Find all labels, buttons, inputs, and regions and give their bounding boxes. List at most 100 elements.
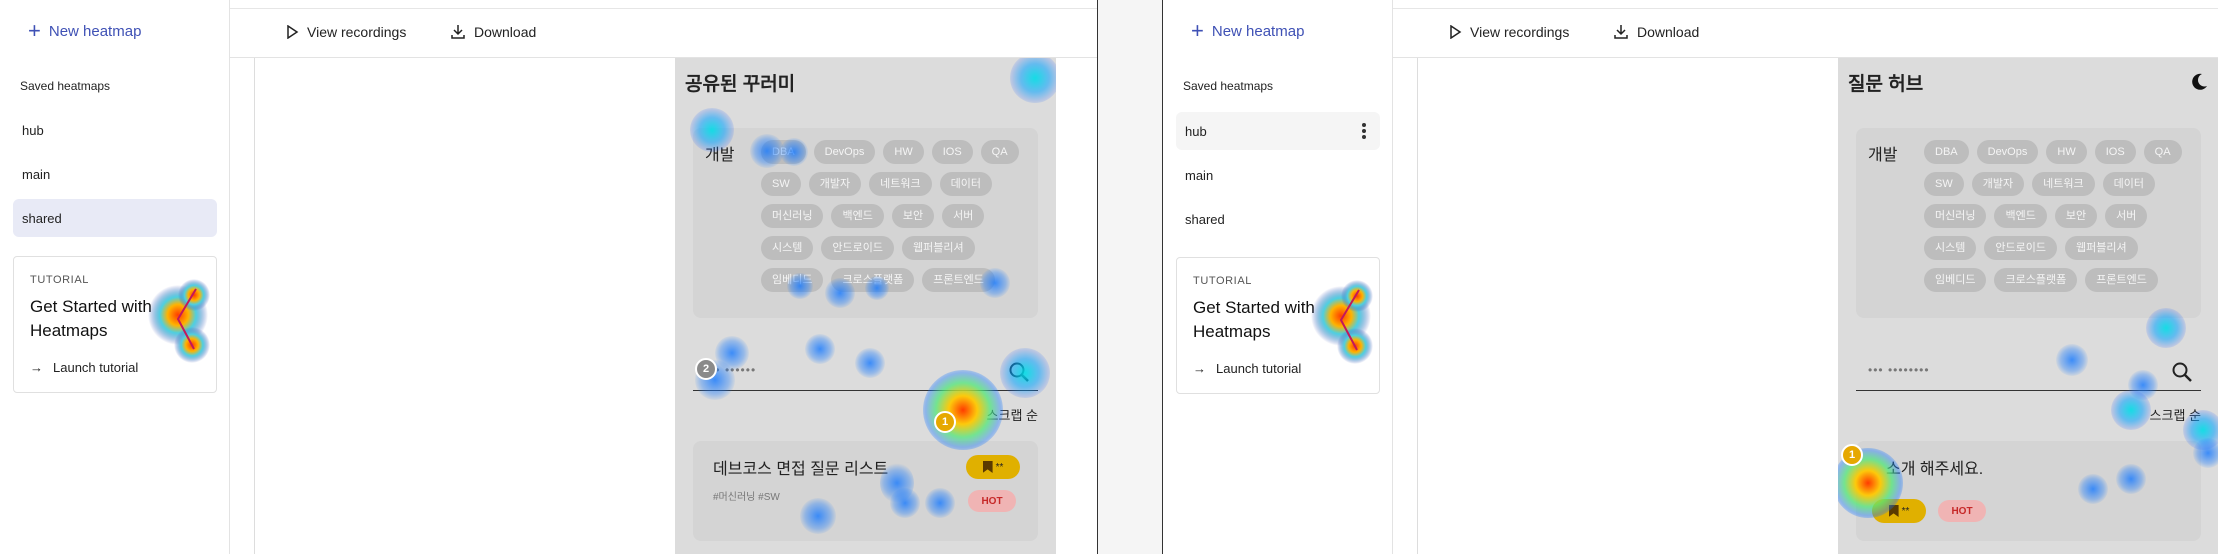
category-chip[interactable]: HW [2046,140,2087,164]
question-card[interactable]: 소개 해주세요. ** HOT [1856,441,2201,541]
category-chip[interactable]: 머신러닝 [761,204,824,228]
category-chip[interactable]: 머신러닝 [1924,204,1987,228]
new-heatmap-button[interactable]: + New heatmap [1191,20,1304,42]
category-chip[interactable]: 크로스플랫폼 [831,268,915,292]
sidebar-item-shared[interactable]: shared [13,199,217,237]
sort-label[interactable]: 스크랩 순 [2150,405,2201,424]
new-heatmap-label: New heatmap [48,22,142,40]
category-chip[interactable]: SW [1924,172,1964,196]
category-chip[interactable]: HW [883,140,924,164]
sidebar: + New heatmap Saved heatmaps hub main sh… [0,0,230,554]
launch-tutorial-label: Launch tutorial [53,360,139,375]
category-chip[interactable]: 크로스플랫폼 [1994,268,2078,292]
new-heatmap-button[interactable]: + New heatmap [28,20,141,42]
click-marker[interactable]: 2 [695,358,717,380]
sidebar-item-label: main [1185,167,1214,183]
category-chip[interactable]: 보안 [891,204,935,228]
page-preview: 공유된 꾸러미 개발 DBA DevOps HW IOS QA SW 개발자 네… [675,58,1056,554]
sidebar-item-hub[interactable]: hub [1176,112,1380,150]
category-chip[interactable]: 임베디드 [761,268,824,292]
plus-icon: + [28,18,41,43]
sidebar-item-main[interactable]: main [1176,156,1380,194]
category-chip[interactable]: 데이터 [939,172,992,196]
page-title: 질문 허브 [1848,74,1924,95]
category-chip[interactable]: 프론트엔드 [2085,268,2158,292]
toolbar: View recordings Download [230,0,1097,58]
category-chip[interactable]: 서버 [2105,204,2148,228]
sidebar-item-shared[interactable]: shared [1176,200,1380,238]
view-recordings-button[interactable]: View recordings [1448,24,1569,40]
category-chip[interactable]: 백엔드 [831,204,884,228]
category-chip[interactable]: 프론트엔드 [922,268,995,292]
category-chip[interactable]: 보안 [2054,204,2098,228]
category-chip[interactable]: 시스템 [761,236,814,260]
toolbar: View recordings Download [1393,0,2218,58]
dark-mode-icon[interactable] [2189,72,2209,92]
category-chip[interactable]: 개발자 [1971,172,2025,196]
search-icon[interactable] [2171,361,2193,383]
download-icon [451,25,465,39]
arrow-right-icon: → [1193,361,1206,376]
new-heatmap-label: New heatmap [1211,22,1305,40]
category-chip[interactable]: 데이터 [2102,172,2155,196]
chip-list: DBA DevOps HW IOS QA SW 개발자 네트워크 데이터 머신러… [761,140,1030,292]
category-chip[interactable]: 안드로이드 [821,236,894,260]
category-chip[interactable]: DBA [761,140,806,164]
category-chip[interactable]: SW [761,172,801,196]
category-chip[interactable]: 백엔드 [1994,204,2047,228]
category-chip[interactable]: 개발자 [808,172,862,196]
search-input[interactable]: ••• •••••• [693,351,1038,391]
sort-label[interactable]: 스크랩 순 [987,405,1038,424]
category-chip[interactable]: DevOps [1976,140,2039,164]
category-chip[interactable]: 시스템 [1924,236,1977,260]
view-recordings-button[interactable]: View recordings [285,24,406,40]
category-chip[interactable]: IOS [931,140,973,164]
click-marker[interactable]: 1 [934,411,956,433]
scrap-badge-text: ** [995,461,1004,473]
download-label: Download [474,24,537,40]
sidebar-item-label: hub [22,122,44,138]
search-icon[interactable] [1008,361,1030,383]
download-icon [1614,25,1628,39]
category-chip[interactable]: 웹퍼블리셔 [2064,236,2138,260]
play-icon [1450,25,1462,39]
category-chip[interactable]: 안드로이드 [1984,236,2057,260]
saved-heatmaps-title: Saved heatmaps [1183,79,1274,93]
page-preview: 질문 허브 개발 DBA DevOps HW IOS QA SW 개발자 네트워… [1838,58,2218,554]
click-marker[interactable]: 1 [1841,444,1863,466]
download-label: Download [1637,24,1700,40]
sidebar-item-main[interactable]: main [13,155,217,193]
category-label: 개발 [1868,147,1898,164]
tutorial-label: TUTORIAL [1193,275,1252,287]
category-chip[interactable]: IOS [2094,140,2136,164]
question-card[interactable]: 데브코스 면접 질문 리스트 #머신러닝 #SW ** HOT [693,441,1038,541]
tutorial-card: TUTORIAL Get Started with Heatmaps → Lau… [13,256,217,393]
category-chip[interactable]: 네트워크 [2032,172,2095,196]
more-options-icon[interactable] [1362,123,1366,139]
category-chip[interactable]: 웹퍼블리셔 [901,236,975,260]
bookmark-icon [982,461,993,473]
card-title: 데브코스 면접 질문 리스트 [713,461,889,478]
scrap-badge-text: ** [1901,505,1910,517]
category-chip[interactable]: 네트워크 [869,172,932,196]
hot-badge: HOT [1938,500,1986,522]
category-chip[interactable]: 서버 [942,204,985,228]
search-input[interactable]: ••• •••••••• [1856,351,2201,391]
category-chip[interactable]: 임베디드 [1924,268,1987,292]
category-chip[interactable]: DevOps [813,140,876,164]
category-box: 개발 DBA DevOps HW IOS QA SW 개발자 네트워크 데이터 … [1856,128,2201,318]
category-label: 개발 [705,147,735,164]
launch-tutorial-label: Launch tutorial [1216,361,1302,376]
heatmap-illustration-icon [1311,280,1373,364]
sidebar-item-label: shared [1185,211,1225,227]
download-button[interactable]: Download [1613,24,1699,40]
sidebar-item-hub[interactable]: hub [13,111,217,149]
launch-tutorial-link[interactable]: → Launch tutorial [1193,361,1301,376]
scrap-badge: ** [966,455,1020,479]
category-chip[interactable]: DBA [1924,140,1969,164]
launch-tutorial-link[interactable]: → Launch tutorial [30,360,138,375]
category-chip[interactable]: QA [2143,140,2182,164]
heatmap-app-right: + New heatmap Saved heatmaps hub main sh… [1162,0,2218,554]
download-button[interactable]: Download [450,24,536,40]
category-chip[interactable]: QA [980,140,1019,164]
